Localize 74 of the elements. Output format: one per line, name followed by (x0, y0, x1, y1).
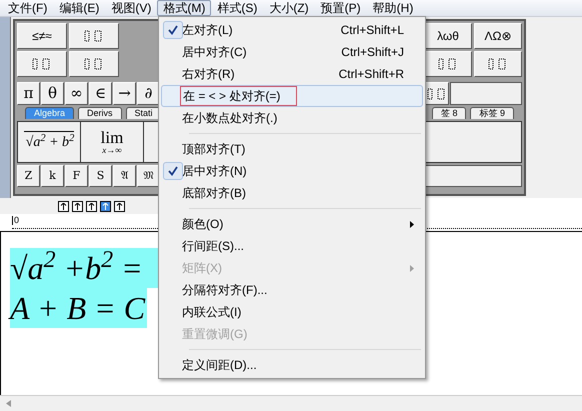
limit-subscript: x→∞ (102, 146, 122, 155)
nudge-button[interactable] (58, 200, 68, 212)
template-button[interactable]: √a$^{2}$ + b$^{2}$ (18, 122, 80, 162)
menu-item-label: 分隔符对齐(F)... (181, 282, 268, 299)
menu-item[interactable]: 居中对齐(N) (161, 160, 423, 182)
symbol-button[interactable]: → (113, 82, 136, 105)
font-button[interactable]: 𝔄 (113, 165, 136, 187)
menu-item[interactable]: 行间距(S)... (161, 235, 423, 257)
palette-button[interactable]: λωθ (424, 23, 472, 49)
menu-item-label: 在 = < > 处对齐(=) (180, 86, 298, 106)
palette-button[interactable]: ≤≠≈ (17, 23, 67, 49)
menu-item[interactable]: 定义间距(D)... (161, 354, 423, 376)
menu-item[interactable]: 颜色(O) (161, 213, 423, 235)
nudge-button[interactable] (114, 200, 124, 212)
ruler-label: 0 (12, 216, 20, 225)
menu-title[interactable]: 视图(V) (105, 0, 158, 16)
menu-title[interactable]: 样式(S) (211, 0, 264, 16)
menu-item[interactable]: 在 = < > 处对齐(=) (161, 85, 423, 107)
palette-tab[interactable]: Derivs (78, 107, 122, 119)
symbol-button[interactable]: ∞ (65, 82, 88, 105)
limit-label: lim (100, 129, 124, 146)
menu-item-label: 顶部对齐(T) (181, 141, 246, 158)
root-template-text: √a$^{2}$ + b$^{2}$ (24, 131, 74, 153)
menu-item[interactable]: 右对齐(R) Ctrl+Shift+R (161, 63, 423, 85)
nudge-button[interactable] (100, 200, 110, 212)
menu-item-label: 居中对齐(N) (181, 163, 248, 180)
menu-item[interactable]: 底部对齐(B) (161, 182, 423, 204)
palette-tab[interactable]: 标签 9 (470, 107, 514, 119)
menu-item[interactable]: 居中对齐(C) Ctrl+Shift+J (161, 41, 423, 63)
shortcut-label: Ctrl+Shift+L (340, 22, 404, 39)
menu-item[interactable]: 顶部对齐(T) (161, 138, 423, 160)
menu-title[interactable]: 格式(M) (157, 0, 212, 16)
menu-title[interactable]: 文件(F) (2, 0, 54, 16)
menu-title[interactable]: 帮助(H) (366, 0, 420, 16)
template-button[interactable]: lim x→∞ (81, 122, 143, 162)
menu-item[interactable]: 分隔符对齐(F)... (161, 279, 423, 301)
menu-item-label: 行间距(S)... (181, 238, 245, 255)
symbol-button[interactable]: ∈ (89, 82, 112, 105)
palette-button[interactable] (17, 51, 67, 77)
menu-item-label: 颜色(O) (181, 216, 224, 233)
font-button[interactable]: Z (17, 165, 40, 187)
symbol-button[interactable]: ∂ (137, 82, 160, 105)
font-button[interactable]: k (41, 165, 64, 187)
palette-button[interactable] (425, 82, 449, 105)
menu-title[interactable]: 大小(Z) (263, 0, 315, 16)
menu-item-label: 内联公式(I) (181, 304, 242, 321)
menu-item-label: 右对齐(R) (181, 66, 236, 83)
font-button[interactable]: F (65, 165, 88, 187)
menu-title[interactable]: 预置(P) (314, 0, 367, 16)
palette-button[interactable] (424, 51, 472, 77)
menu-item-label: 在小数点处对齐(.) (181, 110, 278, 127)
symbol-button[interactable]: π (17, 82, 40, 105)
palette-button[interactable]: ΛΩ⊗ (474, 23, 522, 49)
menu-item-label: 重置微调(G) (181, 326, 248, 343)
palette-button[interactable] (474, 51, 522, 77)
font-button[interactable]: 𝔐 (137, 165, 160, 187)
nudge-button[interactable] (86, 200, 96, 212)
nudge-button[interactable] (72, 200, 82, 212)
menu-item[interactable]: 左对齐(L) Ctrl+Shift+L (161, 19, 423, 41)
menu-item[interactable]: 在小数点处对齐(.) (161, 107, 423, 129)
palette-button[interactable] (69, 23, 119, 49)
menu-item-label: 定义间距(D)... (181, 357, 258, 374)
palette-tab[interactable]: 签 8 (432, 107, 466, 119)
shortcut-label: Ctrl+Shift+R (338, 66, 404, 83)
menu-item[interactable]: 内联公式(I) (161, 301, 423, 323)
shortcut-label: Ctrl+Shift+J (341, 44, 404, 61)
palette-button[interactable] (69, 51, 119, 77)
menu-item-label: 左对齐(L) (181, 22, 234, 39)
font-button[interactable]: S (89, 165, 112, 187)
symbol-button[interactable]: θ (41, 82, 64, 105)
menu-item-label: 矩阵(X) (181, 260, 223, 277)
menu-item-label: 居中对齐(C) (181, 44, 248, 61)
menu-item-label: 底部对齐(B) (181, 185, 247, 202)
menu-title[interactable]: 编辑(E) (53, 0, 106, 16)
